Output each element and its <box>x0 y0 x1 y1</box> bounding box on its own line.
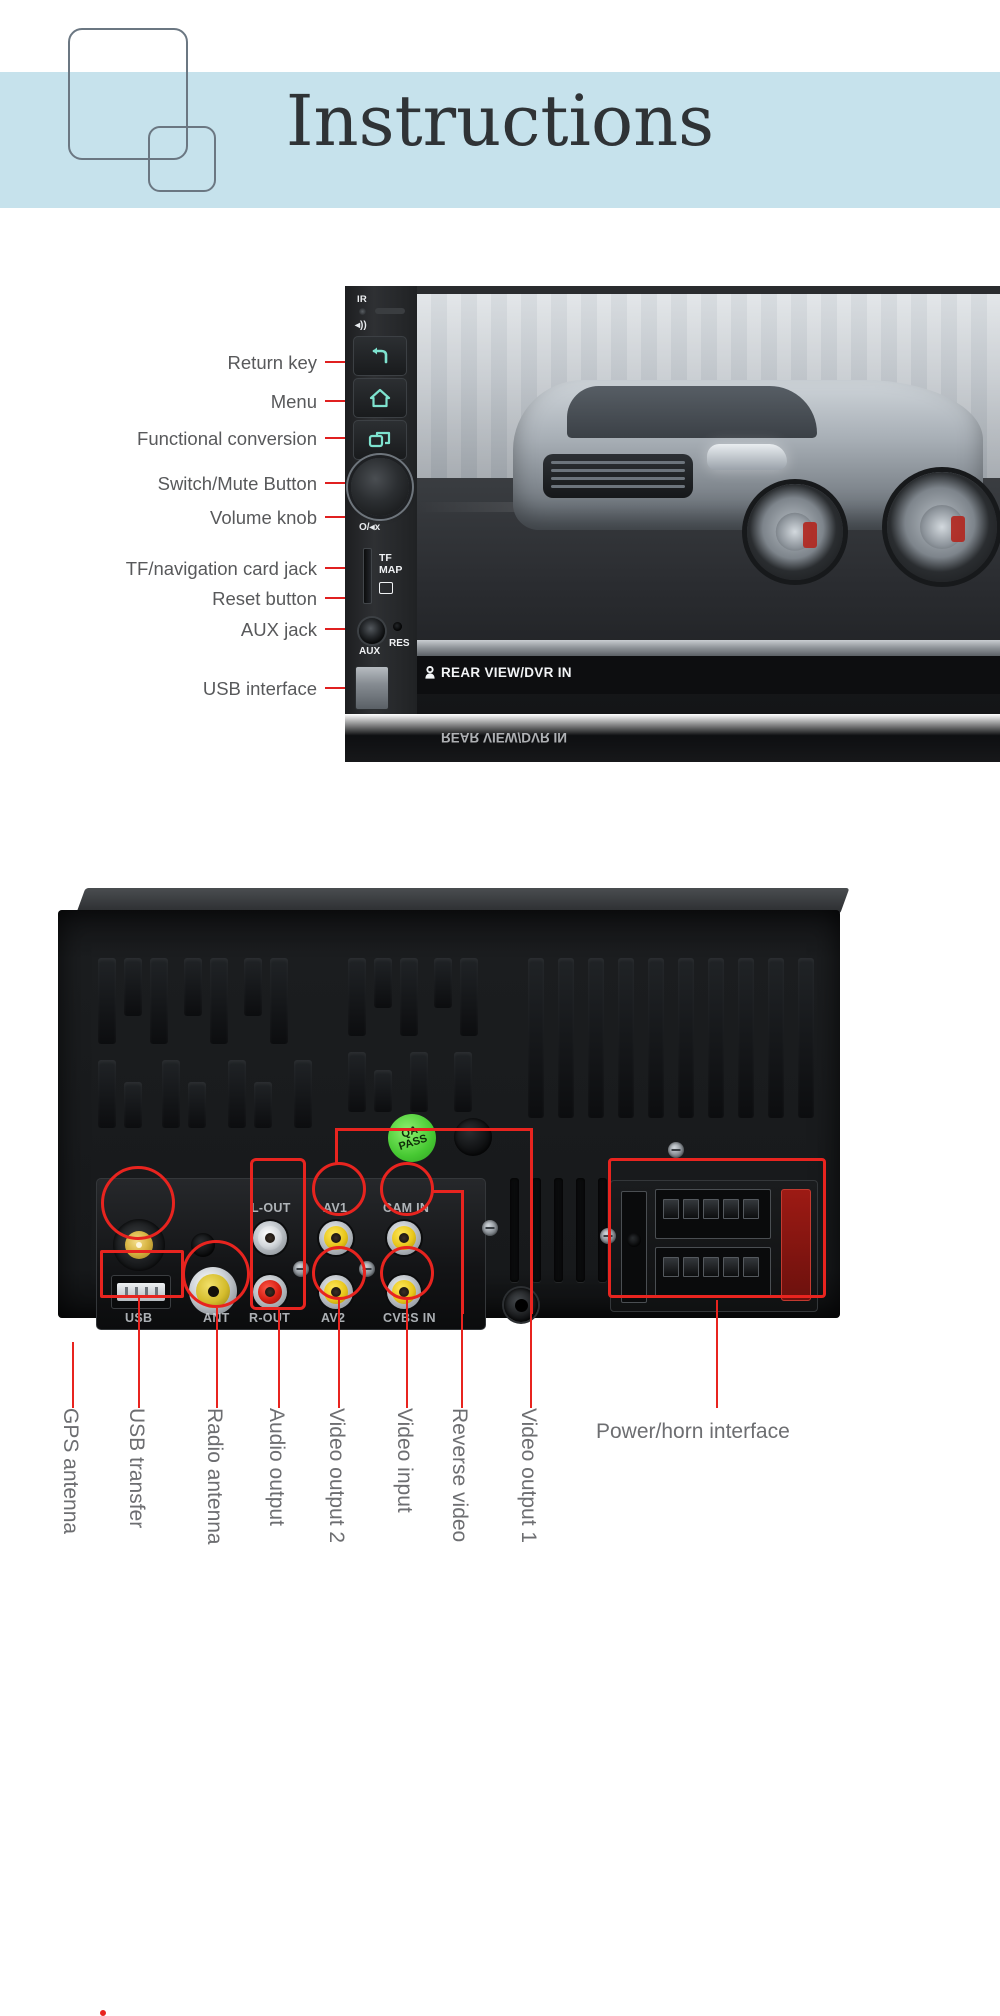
callout-label-menu: Menu <box>270 391 317 412</box>
callout-label-tf-card-jack: TF/navigation card jack <box>125 558 317 579</box>
port-label-av2: AV2 <box>321 1311 346 1325</box>
rear-round-hole <box>454 1118 492 1156</box>
callout-label-audio-output: Audio output <box>265 1408 288 1526</box>
ir-slot <box>375 308 405 314</box>
reset-pinhole[interactable] <box>393 622 402 631</box>
ir-sensor-icon <box>359 308 366 315</box>
screen-car-window <box>567 386 817 438</box>
aux-jack-port[interactable] <box>359 618 385 644</box>
return-arrow-icon <box>372 347 388 364</box>
callout-line-radio-antenna <box>216 1308 218 1408</box>
route-line-cam-right-down <box>530 1128 533 1314</box>
qa-pass-sticker: QA PASS <box>388 1114 436 1162</box>
highlight-video-input-lower <box>380 1246 434 1300</box>
tf-label: TF <box>379 552 392 564</box>
screen-bottom-chrome-strip <box>417 640 1000 656</box>
ir-label: IR <box>357 294 367 305</box>
memory-card-icon <box>379 582 393 594</box>
screen-car-grille <box>543 454 693 498</box>
front-panel-diagram: Return key Menu Functional conversion Sw… <box>0 208 1000 858</box>
volume-knob[interactable] <box>351 458 409 516</box>
route-line-cam-top <box>335 1128 533 1131</box>
callout-line-audio-output <box>278 1310 280 1408</box>
highlight-gps-antenna <box>100 2010 106 2016</box>
route-line-cvbs-down <box>461 1190 464 1314</box>
screen-car-headlight <box>707 444 787 470</box>
highlight-video-output-2-upper <box>312 1162 366 1216</box>
rear-screw-mid <box>482 1220 498 1236</box>
mute-speaker-icon: ◂)) <box>355 320 367 331</box>
callout-label-video-output-1: Video output 1 <box>517 1408 540 1544</box>
power-mute-knob-label: O/◂x <box>359 522 381 533</box>
callout-line-video-output-2 <box>338 1300 340 1408</box>
unit-left-control-column: IR ◂)) O/◂x TF MAP AUX RES <box>345 286 417 714</box>
callout-label-volume-knob: Volume knob <box>210 507 317 528</box>
highlight-gps <box>101 1166 175 1240</box>
callout-line-usb-transfer <box>138 1298 140 1408</box>
page-header-banner: Instructions <box>0 0 1000 208</box>
tf-map-label: TF MAP <box>379 552 402 576</box>
camera-icon <box>425 666 435 679</box>
res-label: RES <box>389 638 410 649</box>
tf-card-slot[interactable] <box>363 548 372 604</box>
page-title: Instructions <box>285 80 715 162</box>
head-unit-front-view: REAR VIEW/DVR IN IR ◂)) O/◂x TF MAP AUX … <box>345 286 1000 726</box>
rear-panel-diagram: QA PASS L-OUT AV1 CAM IN R-OUT AV2 CVBS … <box>0 860 1000 2016</box>
window-switch-icon <box>368 431 391 448</box>
highlight-radio-antenna <box>182 1240 250 1308</box>
highlight-video-output-2-lower <box>312 1246 366 1300</box>
usb-interface-port[interactable] <box>355 666 389 710</box>
highlight-audio-output <box>250 1158 306 1310</box>
screen-car-wheel-rear <box>887 472 997 582</box>
callout-label-usb-interface: USB interface <box>202 678 317 699</box>
callout-line-reverse-video <box>461 1314 463 1408</box>
highlight-usb <box>100 1250 184 1298</box>
port-label-cvbs-in: CVBS IN <box>383 1311 436 1325</box>
callout-label-gps-antenna: GPS antenna <box>59 1408 82 1535</box>
rear-screw-top <box>668 1142 684 1158</box>
functional-conversion-button[interactable] <box>353 420 407 460</box>
callout-line-gps-antenna <box>72 1342 74 1408</box>
route-line-cvbs-right <box>432 1190 464 1193</box>
screen-footer-bar: REAR VIEW/DVR IN <box>417 656 1000 694</box>
callout-label-return-key: Return key <box>227 352 317 373</box>
callout-label-aux-jack: AUX jack <box>240 619 317 640</box>
port-label-r-out: R-OUT <box>249 1311 291 1325</box>
callout-label-functional-conversion: Functional conversion <box>137 428 317 449</box>
callout-label-reset-button: Reset button <box>212 588 317 609</box>
callout-label-usb-transfer: USB transfer <box>125 1408 148 1529</box>
callout-label-reverse-video: Reverse video <box>448 1408 471 1543</box>
unit-reflection-label: REAR VIEW/DVR IN <box>441 730 568 745</box>
highlight-video-input-upper <box>380 1162 434 1216</box>
callout-label-power-horn: Power/horn interface <box>596 1420 790 1443</box>
display-screen: REAR VIEW/DVR IN <box>417 294 1000 694</box>
callout-line-video-output-1 <box>530 1314 532 1408</box>
callout-label-video-output-2: Video output 2 <box>325 1408 348 1544</box>
callout-label-switch-mute: Switch/Mute Button <box>157 473 317 494</box>
map-label: MAP <box>379 564 403 576</box>
route-line-cam-down <box>335 1128 338 1164</box>
callout-label-video-input: Video input <box>393 1408 416 1513</box>
return-key-button[interactable] <box>353 336 407 376</box>
screen-car-wheel-front <box>747 484 843 580</box>
aux-label: AUX <box>359 646 381 657</box>
menu-home-button[interactable] <box>353 378 407 418</box>
unit-reflection: REAR VIEW/DVR IN <box>345 714 1000 762</box>
highlight-power-horn <box>608 1158 826 1298</box>
callout-label-radio-antenna: Radio antenna <box>203 1408 226 1545</box>
screen-rear-view-label: REAR VIEW/DVR IN <box>441 665 572 680</box>
callout-line-power-horn <box>716 1300 718 1408</box>
home-icon <box>369 388 391 408</box>
callout-line-video-input <box>406 1300 408 1408</box>
